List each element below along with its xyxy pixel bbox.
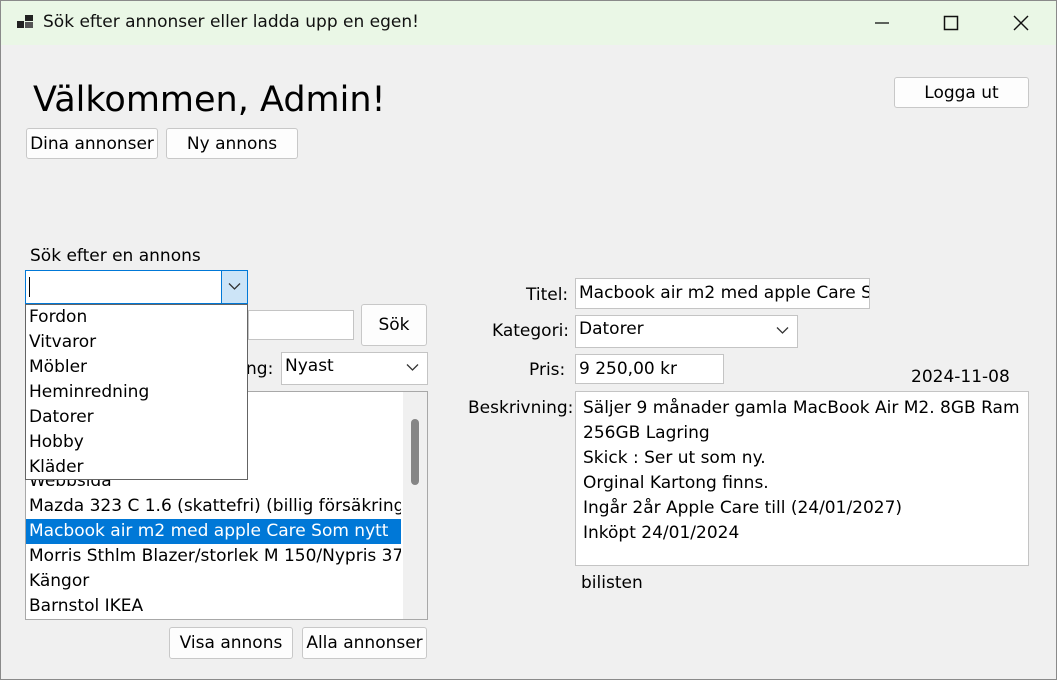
sort-combobox-value: Nyast	[285, 356, 334, 376]
scrollbar-thumb[interactable]	[411, 419, 419, 485]
search-input[interactable]	[248, 310, 354, 340]
list-item[interactable]: Barnstol IKEA	[26, 594, 401, 619]
title-bar: Sök efter annonser eller ladda upp en eg…	[1, 1, 1056, 45]
description-label: Beskrivning:	[468, 398, 574, 418]
app-icon	[17, 15, 33, 28]
description-line: Säljer 9 månader gamla MacBook Air M2. 8…	[583, 398, 1020, 418]
search-section-label: Sök efter en annons	[30, 246, 201, 266]
dropdown-option[interactable]: Heminredning	[29, 380, 149, 405]
maximize-button[interactable]	[916, 1, 986, 45]
detail-category-combobox[interactable]: Datorer	[575, 315, 798, 348]
listbox-scrollbar[interactable]	[403, 392, 427, 619]
show-ad-button[interactable]: Visa annons	[169, 627, 293, 659]
description-line: Orginal Kartong finns.	[583, 473, 769, 493]
search-button[interactable]: Sök	[361, 304, 427, 346]
welcome-heading: Välkommen, Admin!	[33, 80, 386, 120]
my-ads-button[interactable]: Dina annonser	[26, 128, 158, 159]
sort-label: ng:	[246, 359, 274, 379]
app-window: Sök efter annonser eller ladda upp en eg…	[0, 0, 1057, 680]
category-dropdown-list: Fordon Vitvaror Möbler Heminredning Dato…	[25, 304, 248, 480]
new-ad-button[interactable]: Ny annons	[166, 128, 298, 159]
description-line: Inköpt 24/01/2024	[583, 523, 740, 543]
chevron-down-icon	[228, 283, 241, 290]
seller-name: bilisten	[581, 573, 643, 593]
dropdown-option[interactable]: Hobby	[29, 430, 84, 455]
dropdown-option[interactable]: Vitvaror	[29, 330, 96, 355]
ad-date: 2024-11-08	[911, 367, 1010, 387]
price-field[interactable]: 9 250,00 kr	[575, 354, 724, 384]
detail-category-value: Datorer	[579, 319, 644, 339]
logout-button[interactable]: Logga ut	[894, 77, 1029, 108]
window-title: Sök efter annonser eller ladda upp en eg…	[43, 12, 419, 32]
list-item-selected[interactable]: Macbook air m2 med apple Care Som nytt	[26, 519, 401, 544]
category-combobox[interactable]	[25, 270, 248, 304]
minimize-button[interactable]	[847, 1, 917, 45]
dropdown-option[interactable]: Kläder	[29, 455, 84, 480]
maximize-icon	[943, 15, 959, 31]
sort-combobox[interactable]: Nyast	[281, 352, 428, 385]
dropdown-option[interactable]: Möbler	[29, 355, 87, 380]
list-item[interactable]: Kängor	[26, 569, 401, 594]
description-line: Skick : Ser ut som ny.	[583, 448, 766, 468]
description-line: 256GB Lagring	[583, 423, 710, 443]
description-textarea[interactable]: Säljer 9 månader gamla MacBook Air M2. 8…	[575, 391, 1029, 566]
title-field[interactable]: Macbook air m2 med apple Care Som nytt	[575, 278, 870, 309]
description-line: Ingår 2år Apple Care till (24/01/2027)	[583, 498, 903, 518]
title-label: Titel:	[526, 285, 569, 305]
all-ads-button[interactable]: Alla annonser	[302, 627, 427, 659]
dropdown-option[interactable]: Fordon	[29, 305, 87, 330]
minimize-icon	[875, 22, 889, 24]
dropdown-option[interactable]: Datorer	[29, 405, 94, 430]
text-caret	[29, 277, 30, 297]
list-item[interactable]: Mazda 323 C 1.6 (skattefri) (billig förs…	[26, 494, 401, 519]
category-label: Kategori:	[492, 321, 570, 341]
combobox-dropdown-button[interactable]	[221, 271, 247, 303]
chevron-down-icon	[406, 364, 419, 371]
close-button[interactable]	[986, 1, 1056, 45]
close-icon	[1013, 15, 1029, 31]
chevron-down-icon	[776, 327, 789, 334]
price-label: Pris:	[529, 360, 566, 380]
list-item[interactable]: Morris Sthlm Blazer/storlek M 150/Nypris…	[26, 544, 401, 569]
